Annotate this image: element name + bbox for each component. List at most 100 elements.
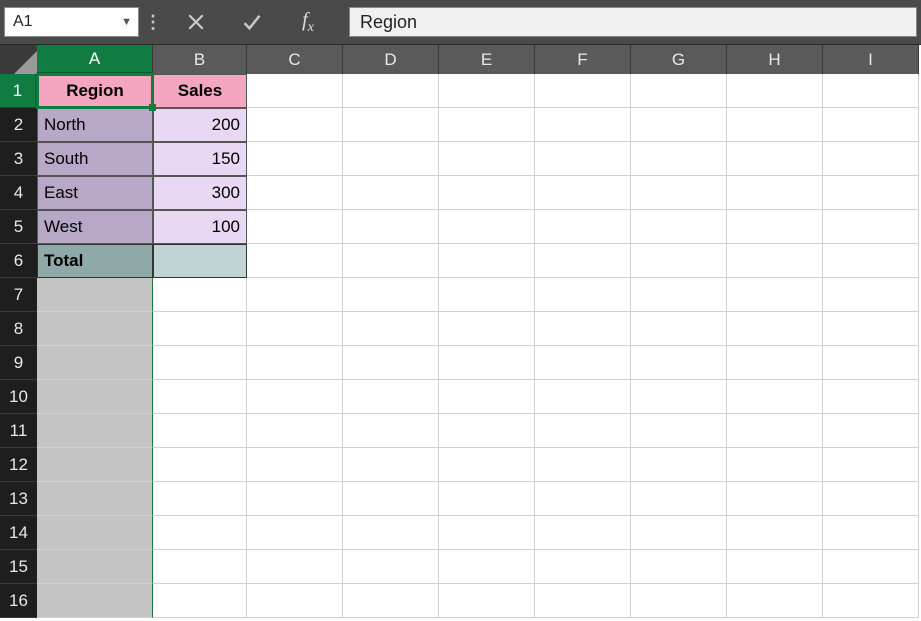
cell-B13[interactable] xyxy=(153,482,247,516)
cell-F4[interactable] xyxy=(535,176,631,210)
cell-A14[interactable] xyxy=(37,516,153,550)
cell-A13[interactable] xyxy=(37,482,153,516)
accept-formula-button[interactable] xyxy=(233,7,271,37)
cell-F2[interactable] xyxy=(535,108,631,142)
cell-B3[interactable]: 150 xyxy=(153,142,247,176)
cell-E2[interactable] xyxy=(439,108,535,142)
cell-G15[interactable] xyxy=(631,550,727,584)
cell-I13[interactable] xyxy=(823,482,919,516)
cell-H12[interactable] xyxy=(727,448,823,482)
cell-E1[interactable] xyxy=(439,74,535,108)
cell-C3[interactable] xyxy=(247,142,343,176)
cell-E10[interactable] xyxy=(439,380,535,414)
cell-A8[interactable] xyxy=(37,312,153,346)
cell-A9[interactable] xyxy=(37,346,153,380)
cell-C12[interactable] xyxy=(247,448,343,482)
row-header-1[interactable]: 1 xyxy=(0,74,37,108)
row-header-14[interactable]: 14 xyxy=(0,516,37,550)
cell-D12[interactable] xyxy=(343,448,439,482)
cell-G6[interactable] xyxy=(631,244,727,278)
cell-G4[interactable] xyxy=(631,176,727,210)
cell-H13[interactable] xyxy=(727,482,823,516)
cell-H14[interactable] xyxy=(727,516,823,550)
cell-C10[interactable] xyxy=(247,380,343,414)
row-header-11[interactable]: 11 xyxy=(0,414,37,448)
cell-A1[interactable]: Region xyxy=(37,74,153,108)
cell-E15[interactable] xyxy=(439,550,535,584)
cell-I14[interactable] xyxy=(823,516,919,550)
cell-F11[interactable] xyxy=(535,414,631,448)
cell-D2[interactable] xyxy=(343,108,439,142)
cell-C16[interactable] xyxy=(247,584,343,618)
cell-B10[interactable] xyxy=(153,380,247,414)
cell-D6[interactable] xyxy=(343,244,439,278)
column-header-D[interactable]: D xyxy=(343,45,439,74)
cell-H11[interactable] xyxy=(727,414,823,448)
cell-C1[interactable] xyxy=(247,74,343,108)
column-header-I[interactable]: I xyxy=(823,45,919,74)
cell-A6[interactable]: Total xyxy=(37,244,153,278)
column-header-H[interactable]: H xyxy=(727,45,823,74)
cell-B4[interactable]: 300 xyxy=(153,176,247,210)
cell-I11[interactable] xyxy=(823,414,919,448)
cell-G14[interactable] xyxy=(631,516,727,550)
cell-H4[interactable] xyxy=(727,176,823,210)
cell-B11[interactable] xyxy=(153,414,247,448)
cell-F3[interactable] xyxy=(535,142,631,176)
cell-B2[interactable]: 200 xyxy=(153,108,247,142)
cell-I8[interactable] xyxy=(823,312,919,346)
cell-I1[interactable] xyxy=(823,74,919,108)
cell-E11[interactable] xyxy=(439,414,535,448)
cell-A16[interactable] xyxy=(37,584,153,618)
cell-H6[interactable] xyxy=(727,244,823,278)
cell-G1[interactable] xyxy=(631,74,727,108)
cell-I4[interactable] xyxy=(823,176,919,210)
cell-A12[interactable] xyxy=(37,448,153,482)
cell-A10[interactable] xyxy=(37,380,153,414)
cell-B7[interactable] xyxy=(153,278,247,312)
cell-C13[interactable] xyxy=(247,482,343,516)
row-header-13[interactable]: 13 xyxy=(0,482,37,516)
cell-I3[interactable] xyxy=(823,142,919,176)
cell-E5[interactable] xyxy=(439,210,535,244)
cell-C15[interactable] xyxy=(247,550,343,584)
cell-I16[interactable] xyxy=(823,584,919,618)
formula-input[interactable]: Region xyxy=(349,7,917,37)
cell-A3[interactable]: South xyxy=(37,142,153,176)
cell-H1[interactable] xyxy=(727,74,823,108)
column-header-C[interactable]: C xyxy=(247,45,343,74)
cell-E9[interactable] xyxy=(439,346,535,380)
cell-F6[interactable] xyxy=(535,244,631,278)
cell-B9[interactable] xyxy=(153,346,247,380)
column-header-F[interactable]: F xyxy=(535,45,631,74)
cell-C6[interactable] xyxy=(247,244,343,278)
cell-G7[interactable] xyxy=(631,278,727,312)
cell-G16[interactable] xyxy=(631,584,727,618)
cell-F7[interactable] xyxy=(535,278,631,312)
cell-H8[interactable] xyxy=(727,312,823,346)
cell-C9[interactable] xyxy=(247,346,343,380)
row-header-6[interactable]: 6 xyxy=(0,244,37,278)
row-header-2[interactable]: 2 xyxy=(0,108,37,142)
cell-D15[interactable] xyxy=(343,550,439,584)
cell-H3[interactable] xyxy=(727,142,823,176)
cell-I5[interactable] xyxy=(823,210,919,244)
cell-E13[interactable] xyxy=(439,482,535,516)
cell-G9[interactable] xyxy=(631,346,727,380)
cell-B5[interactable]: 100 xyxy=(153,210,247,244)
cell-H16[interactable] xyxy=(727,584,823,618)
row-header-9[interactable]: 9 xyxy=(0,346,37,380)
cell-C14[interactable] xyxy=(247,516,343,550)
cell-F13[interactable] xyxy=(535,482,631,516)
cell-B15[interactable] xyxy=(153,550,247,584)
name-box[interactable]: A1 ▼ xyxy=(4,7,139,37)
cell-A15[interactable] xyxy=(37,550,153,584)
cell-G11[interactable] xyxy=(631,414,727,448)
cell-H2[interactable] xyxy=(727,108,823,142)
cell-E8[interactable] xyxy=(439,312,535,346)
cell-C5[interactable] xyxy=(247,210,343,244)
cell-A11[interactable] xyxy=(37,414,153,448)
name-box-dropdown-icon[interactable]: ▼ xyxy=(121,16,132,28)
cell-A4[interactable]: East xyxy=(37,176,153,210)
cell-F8[interactable] xyxy=(535,312,631,346)
